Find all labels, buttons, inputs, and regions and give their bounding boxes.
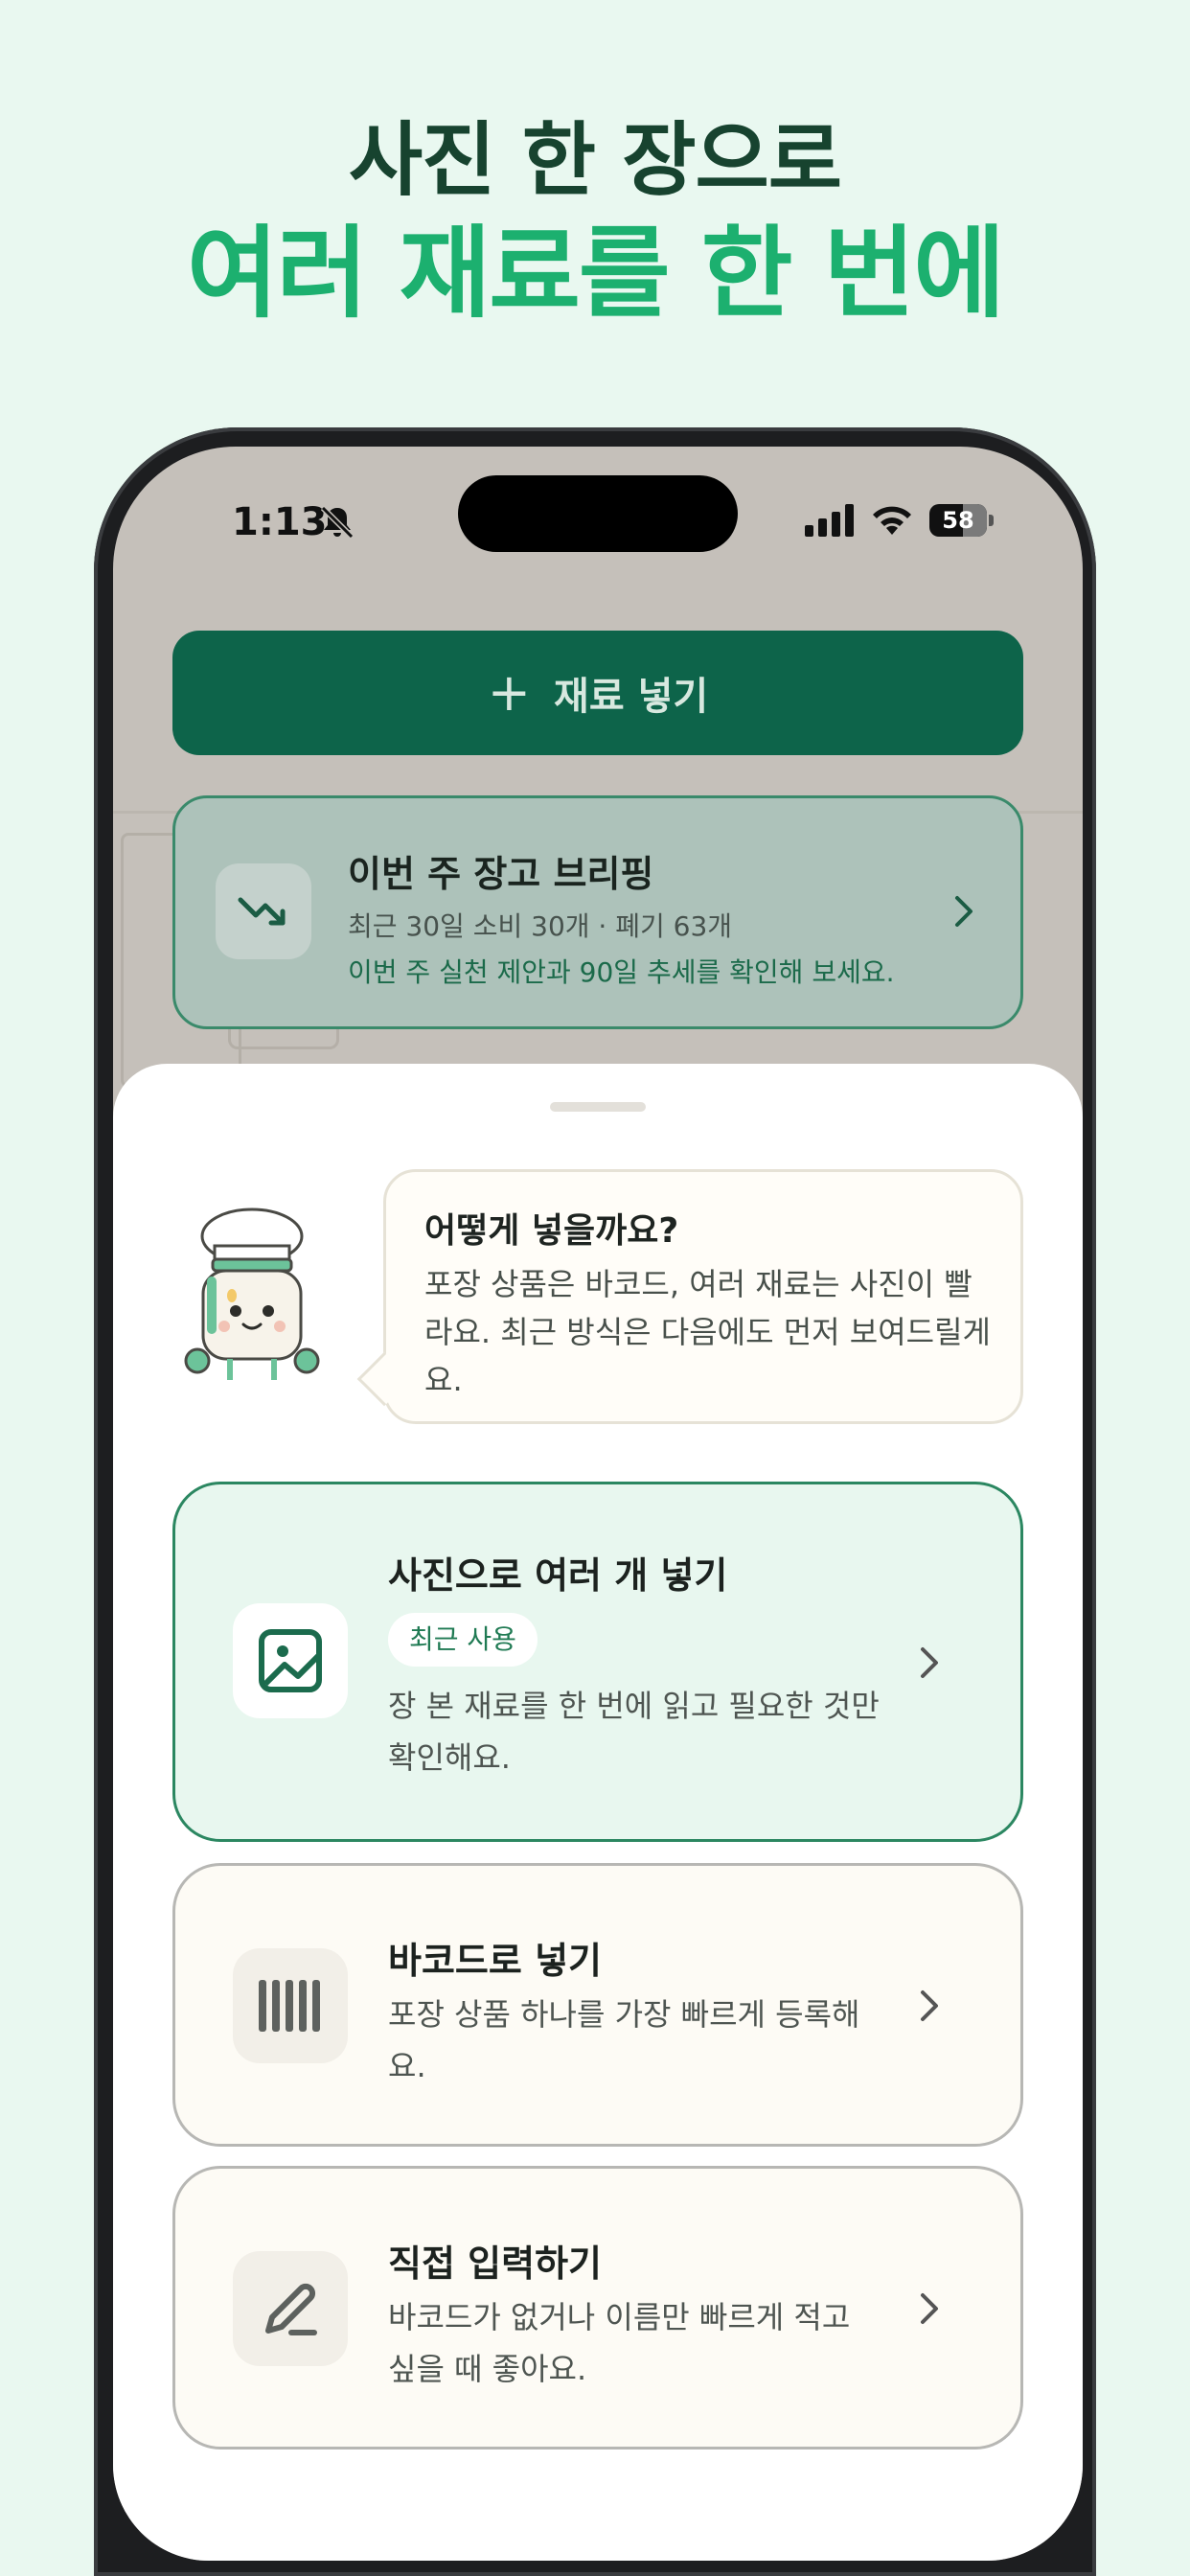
bell-slash-icon [320, 505, 355, 540]
barcode-icon [233, 1948, 348, 2063]
dynamic-island [458, 475, 738, 552]
chevron-right-icon [921, 2293, 938, 2324]
bubble-title: 어떻게 넣을까요? [424, 1211, 679, 1251]
bubble-body: 포장 상품은 바코드, 여러 재료는 사진이 빨라요. 최근 방식은 다음에도 … [424, 1266, 991, 1398]
add-ingredient-button[interactable]: + 재료 넣기 [172, 631, 1023, 755]
manual-input-option[interactable]: 직접 입력하기 바코드가 없거나 이름만 빠르게 적고 싶을 때 좋아요. [172, 2166, 1023, 2450]
weekly-briefing-card[interactable]: 이번 주 장고 브리핑 최근 30일 소비 30개 · 폐기 63개 이번 주 … [172, 795, 1023, 1029]
chef-mascot-illustration [184, 1208, 320, 1380]
barcode-option-title: 바코드로 넣기 [388, 1940, 602, 1982]
chevron-right-icon [955, 896, 973, 927]
recent-use-badge: 최근 사용 [388, 1613, 538, 1667]
guide-speech-bubble: 어떻게 넣을까요? 포장 상품은 바코드, 여러 재료는 사진이 빨라요. 최근… [356, 1169, 1023, 1424]
image-icon [233, 1603, 348, 1718]
status-time: 1:13 [232, 500, 328, 544]
sheet-handle[interactable] [550, 1102, 646, 1112]
chevron-right-icon [921, 1647, 938, 1678]
status-bar: 1:13 58 [113, 447, 1083, 600]
plus-icon: + [487, 662, 532, 723]
photo-multi-add-option[interactable]: 사진으로 여러 개 넣기 최근 사용 장 본 재료를 한 번에 읽고 필요한 것… [172, 1482, 1023, 1842]
barcode-add-option[interactable]: 바코드로 넣기 포장 상품 하나를 가장 빠르게 등록해요. [172, 1863, 1023, 2147]
signal-icon [805, 504, 854, 537]
add-ingredient-label: 재료 넣기 [554, 675, 709, 719]
wifi-icon [873, 506, 911, 535]
battery-level: 58 [942, 507, 974, 534]
headline-line-2: 여러 재료를 한 번에 [186, 215, 1005, 332]
briefing-subtitle: 최근 30일 소비 30개 · 폐기 63개 [348, 910, 733, 942]
add-method-sheet: 어떻게 넣을까요? 포장 상품은 바코드, 여러 재료는 사진이 빨라요. 최근… [113, 1064, 1083, 2561]
barcode-option-description: 포장 상품 하나를 가장 빠르게 등록해요. [388, 1996, 860, 2084]
chevron-right-icon [921, 1990, 938, 2021]
photo-option-title: 사진으로 여러 개 넣기 [388, 1554, 728, 1597]
photo-option-description: 장 본 재료를 한 번에 읽고 필요한 것만 확인해요. [388, 1688, 880, 1776]
manual-option-title: 직접 입력하기 [388, 2242, 602, 2285]
phone-screen: 1:13 58 + 재료 넣기 이번 주 장고 브리핑 최근 30일 소비 30… [113, 447, 1083, 2561]
pencil-icon [233, 2251, 348, 2366]
manual-option-description: 바코드가 없거나 이름만 빠르게 적고 싶을 때 좋아요. [388, 2299, 851, 2387]
trend-down-icon [216, 863, 311, 959]
battery-icon: 58 [929, 504, 995, 537]
briefing-title: 이번 주 장고 브리핑 [348, 853, 654, 895]
briefing-hint: 이번 주 실천 제안과 90일 추세를 확인해 보세요. [348, 956, 895, 988]
